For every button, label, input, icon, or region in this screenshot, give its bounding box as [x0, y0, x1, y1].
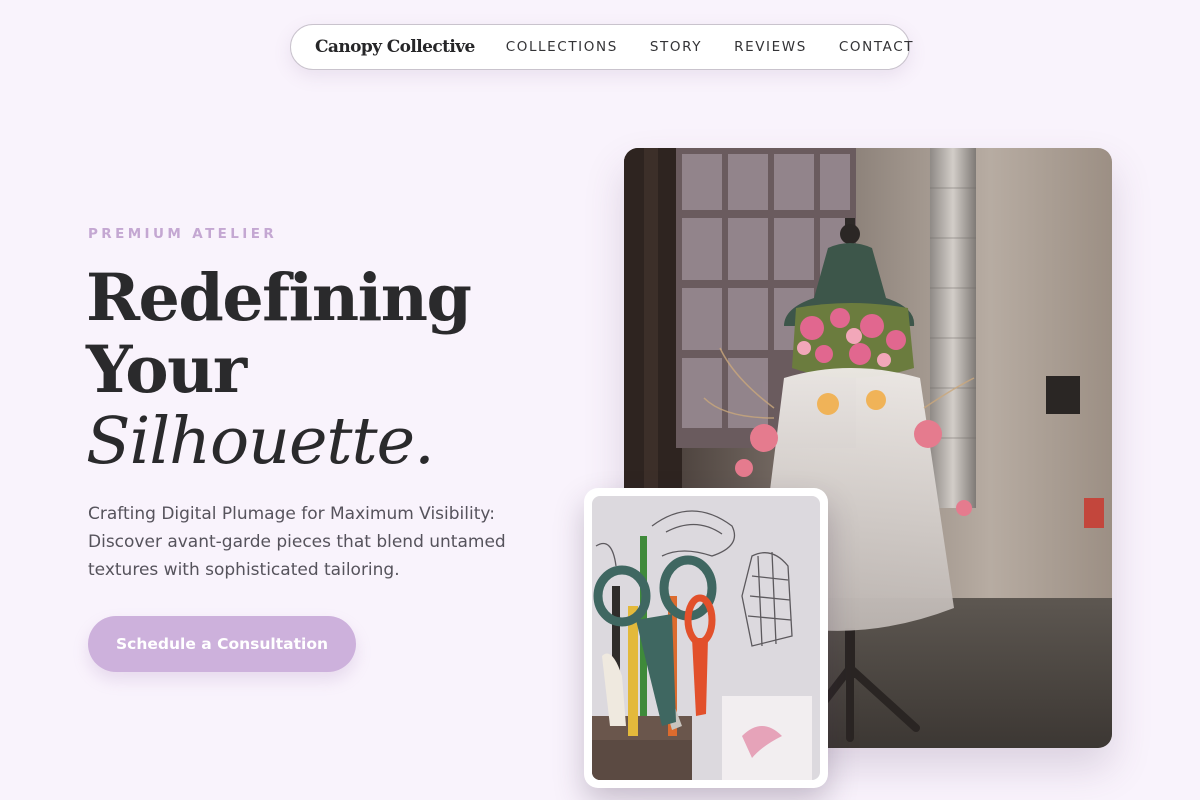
- inset-photo-card: [584, 488, 828, 788]
- scissors-tools-photo: [592, 496, 820, 780]
- brand-logo[interactable]: Canopy Collective: [315, 37, 475, 57]
- hero-eyebrow: PREMIUM ATELIER: [88, 226, 278, 242]
- schedule-consultation-button[interactable]: Schedule a Consultation: [88, 616, 356, 672]
- headline-line-1: Redefining: [86, 260, 472, 336]
- nav-link-collections[interactable]: COLLECTIONS: [506, 39, 618, 55]
- headline-line-2: Your: [86, 332, 247, 408]
- hero-description: Crafting Digital Plumage for Maximum Vis…: [88, 504, 506, 580]
- hero-headline: Redefining Your Silhouette.: [86, 262, 566, 478]
- nav-link-story[interactable]: STORY: [650, 39, 702, 55]
- nav-links: COLLECTIONS STORY REVIEWS CONTACT: [506, 39, 914, 55]
- nav-link-reviews[interactable]: REVIEWS: [734, 39, 807, 55]
- top-nav: Canopy Collective COLLECTIONS STORY REVI…: [290, 24, 913, 70]
- headline-line-3: Silhouette.: [86, 404, 435, 479]
- page: Canopy Collective COLLECTIONS STORY REVI…: [0, 0, 1200, 800]
- nav-link-contact[interactable]: CONTACT: [839, 39, 914, 55]
